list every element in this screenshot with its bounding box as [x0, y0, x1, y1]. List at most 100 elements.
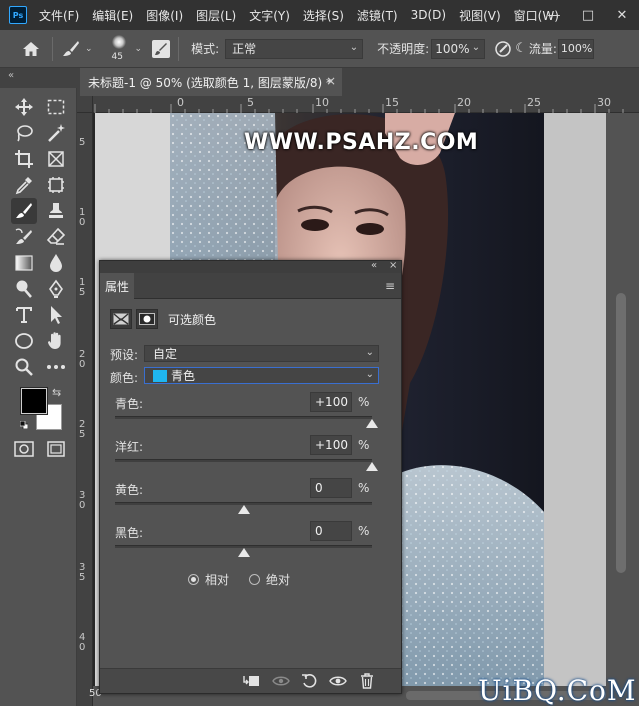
home-button[interactable]: [18, 36, 44, 62]
hand-tool[interactable]: [43, 328, 69, 354]
crop-icon: [15, 150, 33, 168]
menu-filter[interactable]: 滤镜(T): [357, 7, 398, 24]
eraser-tool[interactable]: [43, 224, 69, 250]
mask-icon: [139, 313, 155, 325]
marquee-tool[interactable]: [43, 94, 69, 120]
vertical-ruler[interactable]: 5 1 0 1 5 2 0 2 5 3 0 3 5 4 0: [77, 113, 93, 706]
delete-adjustment-button[interactable]: [358, 673, 376, 689]
ruler-origin[interactable]: [77, 96, 93, 113]
menu-bar: Ps 文件(F) 编辑(E) 图像(I) 图层(L) 文字(Y) 选择(S) 滤…: [0, 0, 639, 30]
vertical-scrollbar[interactable]: [606, 113, 639, 686]
magenta-value-field[interactable]: +100: [310, 435, 352, 455]
cyan-value-field[interactable]: +100: [310, 392, 352, 412]
black-value: 0: [315, 524, 323, 538]
reset-button[interactable]: [300, 673, 318, 689]
menu-edit[interactable]: 编辑(E): [92, 7, 133, 24]
magenta-slider-thumb[interactable]: [366, 462, 378, 471]
window-controls: — □ ✕: [537, 0, 639, 30]
menu-select[interactable]: 选择(S): [303, 7, 344, 24]
patch-icon: [48, 177, 64, 193]
menu-type[interactable]: 文字(Y): [249, 7, 290, 24]
absolute-radio[interactable]: [249, 574, 261, 585]
ruler-label: 0: [177, 96, 184, 109]
move-icon: [15, 98, 33, 116]
more-tools[interactable]: [43, 354, 69, 380]
stamp-tool[interactable]: [43, 198, 69, 224]
default-colors-button[interactable]: [19, 418, 29, 430]
foreground-color[interactable]: [21, 388, 47, 414]
frame-tool[interactable]: [43, 146, 69, 172]
move-tool[interactable]: [11, 94, 37, 120]
mask-settings-button[interactable]: [136, 309, 158, 329]
patch-tool[interactable]: [43, 172, 69, 198]
magenta-slider-track[interactable]: [115, 459, 372, 462]
crop-tool[interactable]: [11, 146, 37, 172]
history-brush-tool[interactable]: [11, 224, 37, 250]
colors-label: 颜色:: [110, 371, 139, 385]
black-slider-thumb[interactable]: [237, 548, 250, 557]
type-tool[interactable]: [11, 302, 37, 328]
cyan-slider-track[interactable]: [115, 416, 372, 419]
clip-to-layer-button[interactable]: [242, 673, 260, 689]
ruler-label: 20: [457, 96, 471, 109]
brush-picker[interactable]: 45: [105, 32, 135, 66]
black-value-field[interactable]: 0: [310, 521, 352, 541]
yellow-value-field[interactable]: 0: [310, 478, 352, 498]
path-select-tool[interactable]: [43, 302, 69, 328]
ellipse-tool[interactable]: [11, 328, 37, 354]
blur-tool[interactable]: [43, 250, 69, 276]
view-previous-button[interactable]: [272, 673, 290, 689]
quick-mask-button[interactable]: [11, 436, 37, 462]
gradient-tool[interactable]: [11, 250, 37, 276]
close-tab-icon[interactable]: ×: [326, 74, 336, 88]
relative-label[interactable]: 相对: [205, 571, 229, 588]
brush-tool[interactable]: [11, 198, 37, 224]
menu-file[interactable]: 文件(F): [39, 7, 79, 24]
tab-properties[interactable]: 属性: [100, 273, 134, 299]
toolbar-collapse[interactable]: «: [0, 68, 77, 88]
colors-value: 青色: [171, 369, 196, 383]
document-tab[interactable]: 未标题-1 @ 50% (选取颜色 1, 图层蒙版/8) * ×: [80, 68, 342, 96]
brush-settings-button[interactable]: [152, 39, 171, 58]
opacity-field[interactable]: 100% ⌄: [431, 38, 486, 59]
zoom-tool[interactable]: [11, 354, 37, 380]
panel-footer: [100, 668, 401, 693]
magenta-value: +100: [315, 438, 348, 452]
close-panel-button[interactable]: ×: [389, 260, 397, 271]
panel-header[interactable]: « ×: [100, 260, 401, 273]
scroll-thumb[interactable]: [616, 293, 626, 573]
colors-select[interactable]: 青色 ⌄: [144, 367, 379, 384]
mode-select[interactable]: 正常 ⌄: [225, 38, 364, 59]
yellow-slider-thumb[interactable]: [237, 505, 250, 514]
lasso-tool[interactable]: [11, 120, 37, 146]
screen-mode-button[interactable]: [43, 436, 69, 462]
menu-image[interactable]: 图像(I): [146, 7, 183, 24]
absolute-label[interactable]: 绝对: [266, 571, 290, 588]
pen-tool[interactable]: [43, 276, 69, 302]
swap-colors-button[interactable]: ⇆: [52, 386, 61, 399]
toggle-visibility-button[interactable]: [329, 673, 347, 689]
yellow-label: 黄色:: [115, 483, 144, 497]
relative-radio[interactable]: [188, 574, 199, 585]
collapse-panel-button[interactable]: «: [371, 260, 377, 271]
horizontal-ruler[interactable]: 0 5 10 15 20 25 30: [93, 96, 639, 113]
menu-layer[interactable]: 图层(L): [196, 7, 236, 24]
brush-tool-preset[interactable]: ⌄: [61, 39, 93, 59]
chevron-down-icon: ⌄: [365, 369, 374, 380]
magic-wand-tool[interactable]: [43, 120, 69, 146]
eyedropper-tool[interactable]: [11, 172, 37, 198]
menu-view[interactable]: 视图(V): [459, 7, 501, 24]
dodge-tool[interactable]: [11, 276, 37, 302]
close-window-button[interactable]: ✕: [605, 0, 639, 30]
preset-select[interactable]: 自定 ⌄: [144, 345, 379, 362]
menu-3d[interactable]: 3D(D): [411, 8, 446, 22]
ellipse-icon: [15, 333, 33, 349]
maximize-button[interactable]: □: [571, 0, 605, 30]
chevron-down-icon[interactable]: ⌄: [135, 44, 143, 54]
adjustment-settings-button[interactable]: [110, 309, 132, 329]
cyan-slider-thumb[interactable]: [366, 419, 378, 428]
pressure-opacity-button[interactable]: [493, 39, 513, 59]
flow-field[interactable]: 100%: [557, 38, 594, 59]
minimize-button[interactable]: —: [537, 0, 571, 30]
panel-menu-icon[interactable]: ≡: [385, 279, 395, 293]
